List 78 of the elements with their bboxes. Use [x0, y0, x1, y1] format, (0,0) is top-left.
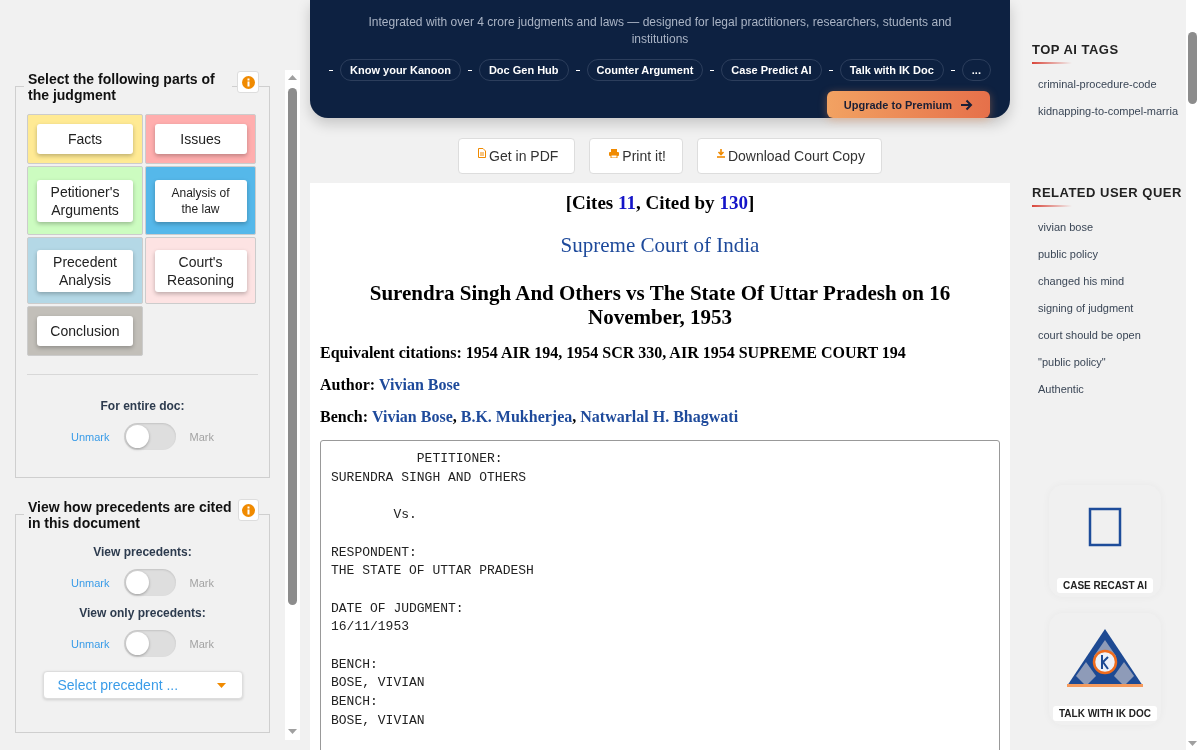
scroll-thumb[interactable] — [288, 88, 297, 605]
feature-chip[interactable]: Counter Argument — [586, 59, 704, 81]
action-button[interactable]: Download Court Copy — [696, 138, 882, 174]
info-icon — [241, 503, 255, 517]
scrollbar[interactable] — [285, 70, 300, 740]
part-button[interactable]: Issues — [154, 124, 247, 154]
scroll-down-icon[interactable] — [1188, 741, 1197, 746]
unmark-label: Unmark — [71, 576, 110, 589]
tag-link[interactable]: public policy — [1038, 241, 1098, 268]
author-link[interactable]: Vivian Bose — [379, 376, 460, 394]
scroll-thumb[interactable] — [1188, 32, 1197, 104]
judge-link[interactable]: B.K. Mukherjea — [460, 408, 573, 426]
feature-chip[interactable]: Doc Gen Hub — [478, 59, 569, 81]
toggle-switch[interactable] — [123, 630, 176, 657]
mark-label: Mark — [189, 576, 214, 589]
unmark-label: Unmark — [71, 637, 110, 650]
mark-label: Mark — [189, 430, 214, 443]
part-button[interactable]: Petitioner's Arguments — [37, 179, 133, 222]
separator-comma: , — [452, 408, 457, 426]
judge-link[interactable]: Vivian Bose — [372, 408, 453, 426]
tag-link[interactable]: signing of judgment — [1038, 295, 1134, 322]
feature-chip[interactable]: Know your Kanoon — [340, 59, 461, 81]
judgment-text: PETITIONER: SURENDRA SINGH AND OTHERS Vs. RESPONDENT: THE STATE OF UTTAR PRADESH DATE OF JUDGMENT: 16/11/1953 BENCH: BOSE, VIVIAN BENCH: BOSE, VIVIAN — [320, 440, 1000, 750]
download-icon — [716, 148, 725, 158]
document-icon — [478, 148, 487, 158]
separator-comma: , — [572, 408, 577, 425]
printer-icon — [609, 148, 620, 158]
section-heading: RELATED USER QUER — [1032, 185, 1182, 200]
info-button[interactable] — [237, 499, 259, 521]
bench-label: Bench: — [320, 408, 368, 426]
part-button[interactable]: Conclusion — [37, 316, 133, 346]
author-label: Author: — [320, 376, 376, 394]
section-title: Select the following parts of the judgment — [24, 71, 232, 103]
scrollbar[interactable] — [1186, 0, 1200, 750]
feature-chip[interactable]: Talk with IK Doc — [839, 59, 944, 81]
toggle-switch[interactable] — [123, 423, 176, 450]
section-title: View how precedents are cited in this document — [24, 499, 238, 531]
part-button[interactable]: Precedent Analysis — [37, 249, 133, 292]
caret-icon — [216, 682, 226, 688]
triangle-logo-icon — [1066, 628, 1144, 688]
unmark-label: Unmark — [71, 430, 110, 443]
toggle-label: For entire doc: — [100, 399, 185, 413]
tool-card[interactable]: TALK WITH IK DOC — [1049, 613, 1161, 725]
section-heading: TOP AI TAGS — [1032, 42, 1119, 57]
judge-link[interactable]: Natwarlal H. Bhagwati — [580, 408, 739, 426]
tool-card[interactable]: CASE RECAST AI — [1049, 485, 1161, 597]
tag-link[interactable]: criminal-procedure-code — [1038, 71, 1157, 98]
feature-chip[interactable]: ... — [961, 59, 991, 81]
square-icon — [1088, 507, 1122, 547]
part-button[interactable]: Analysis of the law — [154, 179, 247, 222]
cited-by-link[interactable]: 130 — [719, 192, 748, 213]
info-icon — [241, 75, 255, 89]
toggle-label: View precedents: — [93, 545, 192, 559]
tag-link[interactable]: court should be open — [1038, 322, 1141, 349]
citations-line: Equivalent citations: 1954 AIR 194, 1954 SCR 330, AIR 1954 SUPREME COURT 194 — [320, 344, 907, 362]
toggle-label: View only precedents: — [79, 606, 206, 620]
scroll-down-icon[interactable] — [288, 729, 297, 734]
action-button[interactable]: Print it! — [589, 138, 683, 174]
court-name: Supreme Court of India — [559, 233, 761, 258]
part-button[interactable]: Court's Reasoning — [154, 249, 247, 292]
tag-link[interactable]: vivian bose — [1038, 214, 1094, 241]
action-button[interactable]: Get in PDF — [458, 138, 576, 174]
upgrade-button[interactable]: Upgrade to Premium — [826, 91, 990, 118]
info-button[interactable] — [237, 71, 259, 93]
mark-label: Mark — [189, 637, 214, 650]
tag-link[interactable]: Authentic — [1038, 376, 1084, 403]
tag-link[interactable]: changed his mind — [1038, 268, 1125, 295]
judgment-title: Surendra Singh And Others vs The State Of Uttar Pradesh on 16 November, 1953 — [368, 281, 952, 329]
citation-count: [Cites 11, Cited by 130] — [564, 192, 756, 214]
cites-link[interactable]: 11 — [618, 192, 636, 213]
tag-link[interactable]: "public policy" — [1038, 349, 1106, 376]
scroll-up-icon[interactable] — [288, 75, 297, 80]
arrow-icon — [960, 98, 973, 111]
feature-chip[interactable]: Case Predict AI — [721, 59, 822, 81]
banner-subtitle: Integrated with over 4 crore judgments and laws — designed for legal practitioners, researchers, students and institutions — [367, 14, 953, 48]
toggle-switch[interactable] — [123, 569, 176, 596]
part-button[interactable]: Facts — [37, 124, 133, 154]
tag-link[interactable]: kidnapping-to-compel-marria — [1038, 98, 1178, 125]
